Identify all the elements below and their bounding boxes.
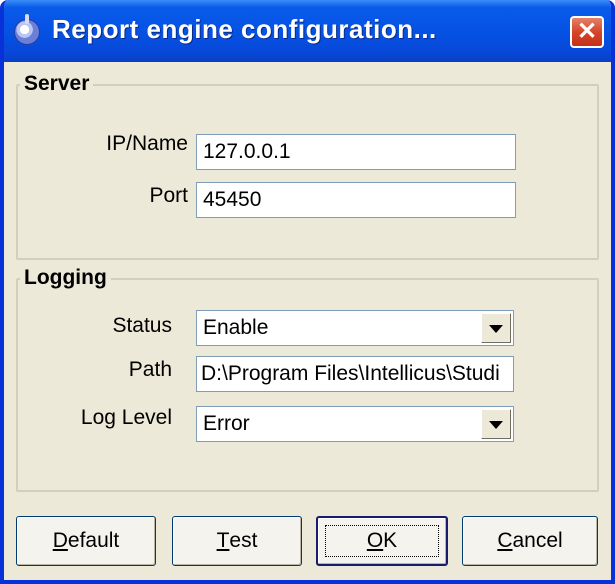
default-label: efault bbox=[67, 529, 120, 552]
status-value: Enable bbox=[203, 316, 269, 339]
cancel-label: ancel bbox=[512, 529, 563, 552]
ip-input[interactable]: 127.0.0.1 bbox=[196, 134, 516, 170]
test-accel: T bbox=[216, 529, 230, 552]
window-title: Report engine configuration... bbox=[52, 14, 437, 44]
log-level-dropdown-arrow[interactable] bbox=[481, 409, 511, 439]
status-select[interactable]: Enable bbox=[196, 310, 514, 346]
test-label: est bbox=[229, 529, 258, 552]
default-accel: D bbox=[52, 529, 68, 552]
log-level-value: Error bbox=[203, 412, 250, 435]
ip-label: IP/Name bbox=[106, 132, 188, 155]
status-dropdown-arrow[interactable] bbox=[481, 313, 511, 343]
server-legend: Server bbox=[20, 72, 94, 96]
close-button[interactable]: ✕ bbox=[570, 16, 604, 48]
status-label: Status bbox=[112, 314, 172, 337]
ok-button[interactable]: OK bbox=[316, 516, 448, 566]
path-label: Path bbox=[128, 358, 172, 381]
port-label: Port bbox=[149, 184, 188, 207]
path-input[interactable]: D:\Program Files\Intellicus\Studi bbox=[196, 356, 514, 392]
close-icon: ✕ bbox=[576, 18, 598, 45]
title-bar[interactable]: Report engine configuration... ✕ bbox=[4, 0, 611, 62]
chevron-down-icon bbox=[489, 325, 503, 333]
default-button[interactable]: Default bbox=[16, 516, 156, 566]
app-icon bbox=[14, 14, 40, 45]
log-level-label: Log Level bbox=[80, 406, 172, 429]
logging-legend: Logging bbox=[20, 266, 111, 290]
cancel-button[interactable]: Cancel bbox=[462, 516, 598, 566]
chevron-down-icon bbox=[489, 421, 503, 429]
port-input[interactable]: 45450 bbox=[196, 182, 516, 218]
cancel-accel: C bbox=[497, 529, 513, 552]
test-button[interactable]: Test bbox=[172, 516, 302, 566]
server-group bbox=[16, 84, 599, 260]
log-level-select[interactable]: Error bbox=[196, 406, 514, 442]
focus-rect bbox=[325, 525, 439, 557]
